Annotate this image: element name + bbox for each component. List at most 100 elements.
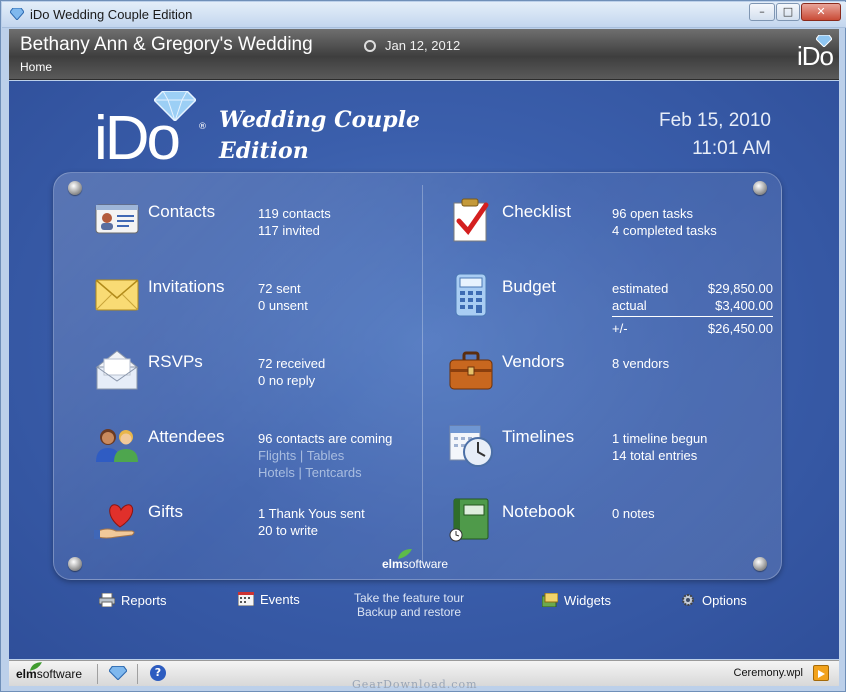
stat-line: 4 completed tasks [612, 223, 717, 238]
reports-button[interactable]: Reports [99, 593, 167, 608]
reports-label: Reports [121, 593, 167, 608]
module-contacts[interactable]: Contacts 119 contacts 117 invited [94, 197, 414, 257]
stat-line: 8 vendors [612, 356, 670, 371]
tentcards-link[interactable]: Tentcards [305, 465, 361, 480]
header-logo: iDo [796, 41, 834, 71]
module-stats: 0 notes [612, 505, 655, 522]
gear-icon [682, 594, 694, 606]
module-vendors[interactable]: Vendors 8 vendors [448, 347, 778, 407]
watermark: GearDownload.com [352, 678, 478, 691]
events-label: Events [260, 592, 300, 607]
current-playlist[interactable]: Ceremony.wpl [734, 667, 804, 679]
title-bar: iDo Wedding Couple Edition – □ ✕ [2, 2, 846, 28]
printer-icon [99, 593, 115, 607]
budget-row-actual: actual $3,400.00 [612, 297, 773, 314]
screw-icon [68, 557, 82, 571]
module-attendees[interactable]: Attendees 96 contacts are coming Flights… [94, 422, 414, 482]
notebook-icon [449, 498, 489, 542]
stat-line: 14 total entries [612, 448, 698, 463]
flights-link[interactable]: Flights [258, 448, 296, 463]
maximize-button[interactable]: □ [776, 3, 800, 21]
app-window: iDo Wedding Couple Edition – □ ✕ Bethany… [0, 0, 846, 692]
screw-icon [753, 181, 767, 195]
wedding-title[interactable]: Bethany Ann & Gregory's Wedding [20, 34, 313, 56]
module-label: Vendors [502, 352, 565, 371]
options-button[interactable]: Options [680, 593, 747, 608]
clock-icon [364, 40, 376, 52]
module-label: Contacts [148, 202, 216, 221]
module-gifts[interactable]: Gifts 1 Thank Yous sent 20 to write [94, 497, 414, 557]
module-checklist[interactable]: Checklist 96 open tasks 4 completed tasks [448, 197, 778, 257]
link-separator: | [298, 465, 302, 480]
attendee-links-row: Flights | Tables [258, 447, 392, 464]
diamond-icon[interactable] [109, 666, 127, 680]
heart-hand-icon [94, 504, 135, 539]
window-title: iDo Wedding Couple Edition [30, 7, 193, 22]
help-icon[interactable]: ? [150, 665, 166, 681]
logo-text: iDo [94, 104, 181, 173]
hotels-link[interactable]: Hotels [258, 465, 295, 480]
module-stats: 96 open tasks 4 completed tasks [612, 205, 717, 239]
budget-summary: estimated $29,850.00 actual $3,400.00 +/- $… [612, 280, 773, 337]
module-label: Budget [502, 277, 556, 296]
checklist-icon [453, 198, 489, 242]
screw-icon [68, 181, 82, 195]
calendar-clock-icon [449, 425, 493, 467]
widgets-button[interactable]: Widgets [542, 593, 611, 608]
attendee-links-row: Hotels | Tentcards [258, 464, 392, 481]
stat-line: 1 timeline begun [612, 431, 708, 446]
module-rsvps[interactable]: RSVPs 72 received 0 no reply [94, 347, 414, 407]
module-label: Attendees [148, 427, 225, 446]
status-elm-logo[interactable]: elmsoftware [16, 662, 83, 681]
status-separator [137, 664, 138, 684]
stat-line: 1 Thank Yous sent [258, 506, 365, 521]
module-stats: 1 Thank Yous sent 20 to write [258, 505, 365, 539]
module-invitations[interactable]: Invitations 72 sent 0 unsent [94, 272, 414, 332]
diamond-icon [10, 8, 24, 20]
module-label: Gifts [148, 502, 183, 521]
backup-restore-link[interactable]: Backup and restore [354, 605, 464, 619]
module-budget[interactable]: Budget estimated $29,850.00 actual $3,400.… [448, 272, 778, 347]
panel-divider [422, 185, 423, 565]
module-stats: 8 vendors [612, 355, 669, 372]
module-label: Checklist [502, 202, 571, 221]
calculator-icon [455, 273, 487, 317]
minimize-button[interactable]: – [749, 3, 775, 21]
stat-line: 96 open tasks [612, 206, 693, 221]
feature-tour-link[interactable]: Take the feature tour [354, 591, 464, 605]
briefcase-icon [449, 351, 493, 390]
module-stats: 119 contacts 117 invited [258, 205, 331, 239]
module-label: Notebook [502, 502, 575, 521]
stat-line: 117 invited [258, 223, 320, 238]
budget-value: $26,450.00 [707, 321, 773, 336]
stat-line: 119 contacts [258, 206, 331, 221]
budget-value: $3,400.00 [715, 298, 773, 313]
stat-line: 0 notes [612, 506, 655, 521]
widgets-icon [542, 593, 558, 607]
module-timelines[interactable]: Timelines 1 timeline begun 14 total entri… [448, 422, 778, 482]
leaf-icon [398, 549, 412, 559]
play-icon[interactable] [813, 665, 829, 681]
tour-links: Take the feature tour Backup and restore [354, 591, 464, 619]
close-button[interactable]: ✕ [801, 3, 841, 21]
module-stats: 72 sent 0 unsent [258, 280, 308, 314]
envelope-icon [95, 279, 139, 311]
events-button[interactable]: Events [238, 592, 300, 607]
module-label: RSVPs [148, 352, 203, 371]
status-separator [97, 664, 98, 684]
options-label: Options [702, 593, 747, 608]
module-stats: 96 contacts are coming Flights | Tables … [258, 430, 392, 481]
calendar-icon [238, 592, 254, 606]
company-suffix: software [36, 667, 83, 681]
people-icon [96, 429, 138, 462]
breadcrumb-home[interactable]: Home [20, 60, 52, 74]
wedding-date[interactable]: Jan 12, 2012 [385, 38, 460, 53]
budget-value: $29,850.00 [707, 281, 773, 296]
stat-line: 0 no reply [258, 373, 316, 388]
module-label: Invitations [148, 277, 225, 296]
tables-link[interactable]: Tables [307, 448, 345, 463]
module-notebook[interactable]: Notebook 0 notes [448, 497, 778, 557]
company-suffix: software [402, 557, 449, 571]
leaf-icon [30, 662, 42, 671]
company-prefix: elm [382, 557, 403, 571]
